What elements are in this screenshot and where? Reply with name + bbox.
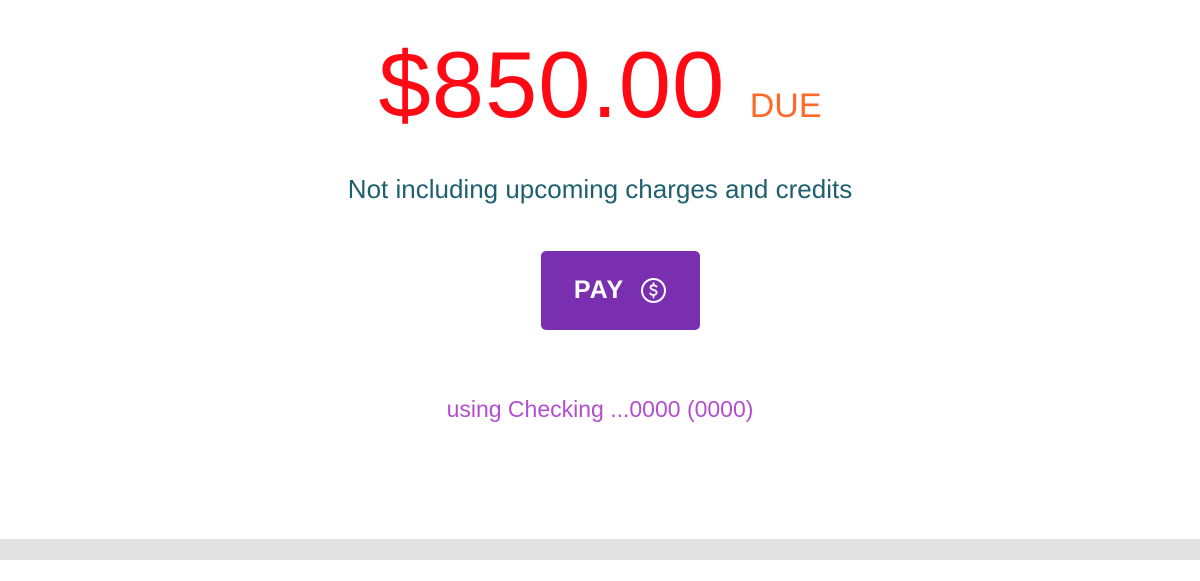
pay-button[interactable]: PAY bbox=[541, 251, 700, 330]
pay-button-label: PAY bbox=[573, 276, 625, 304]
balance-header: $850.00 DUE bbox=[0, 38, 1200, 132]
footer-divider bbox=[0, 539, 1200, 560]
payment-method-link[interactable]: using Checking ...0000 (0000) bbox=[0, 394, 1200, 424]
dollar-circle-icon bbox=[640, 277, 667, 304]
balance-amount: $850.00 bbox=[378, 32, 726, 137]
balance-status: DUE bbox=[749, 87, 822, 125]
payment-summary-page: $850.00 DUE Not including upcoming charg… bbox=[0, 0, 1200, 581]
balance-note: Not including upcoming charges and credi… bbox=[347, 174, 853, 204]
